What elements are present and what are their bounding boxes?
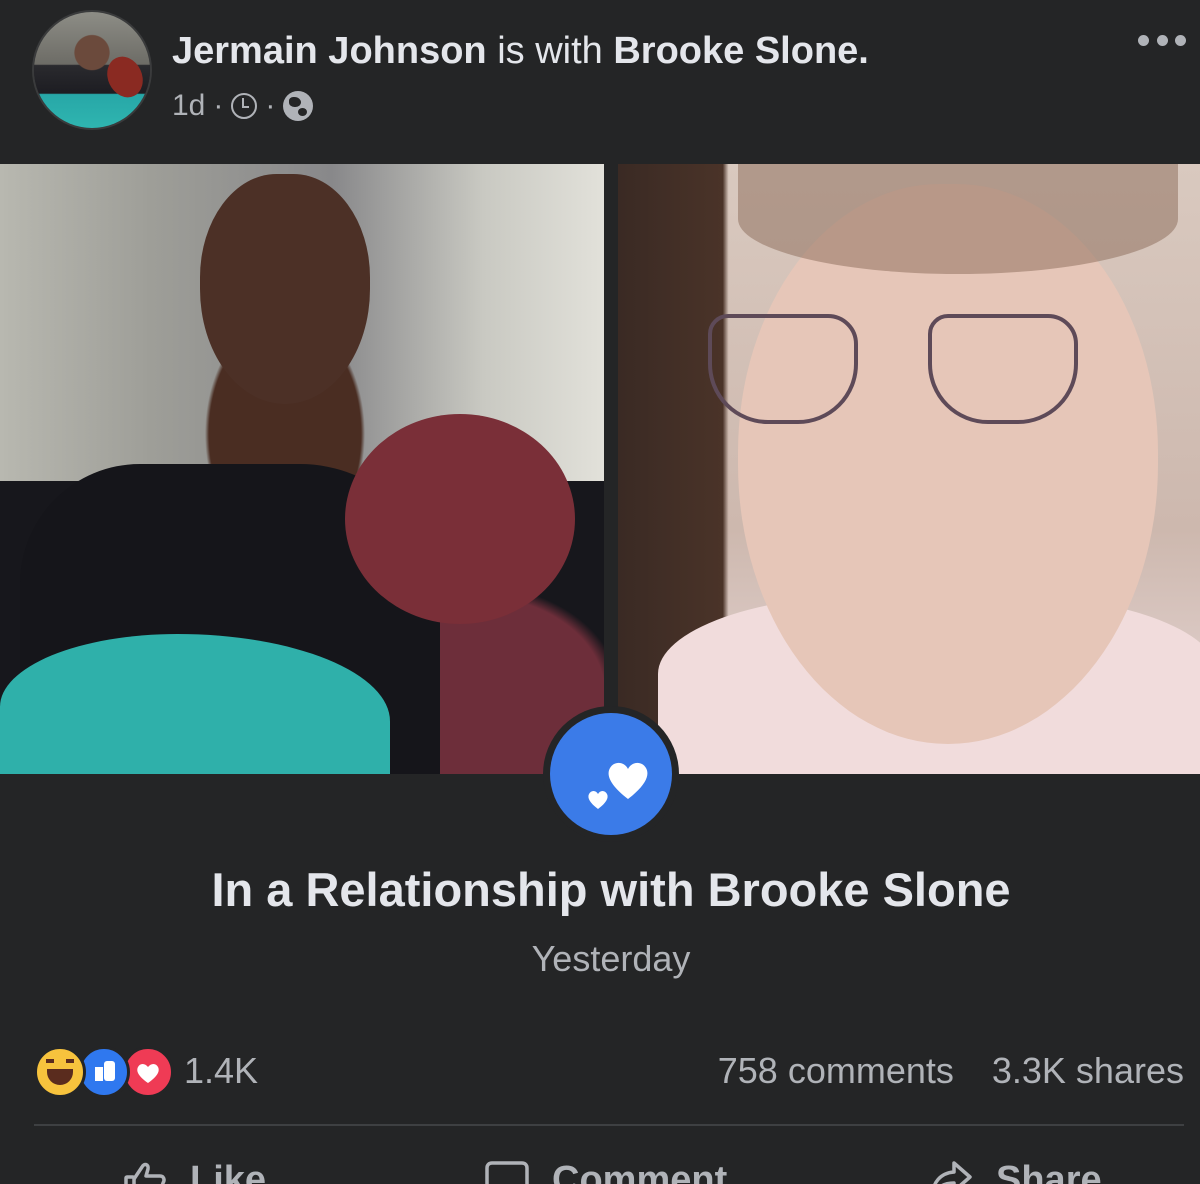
hearts-icon	[550, 713, 672, 835]
more-dot	[1138, 34, 1149, 46]
post-photo-right[interactable]	[618, 164, 1200, 774]
comment-label: Comment	[552, 1159, 728, 1184]
life-event-title[interactable]: In a Relationship with Brooke Slone	[0, 860, 1200, 920]
post-photo-left[interactable]	[0, 164, 604, 774]
clock-icon	[231, 93, 258, 119]
more-options-icon[interactable]	[1138, 28, 1186, 52]
post-meta: 1d · ·	[172, 86, 314, 126]
facebook-post: Jermain Johnson is with Brooke Slone. 1d…	[0, 0, 1200, 1184]
engagement-counts: 758 comments 3.3K shares	[718, 1048, 1184, 1094]
avatar-photo-detail	[100, 50, 150, 104]
meta-separator: ·	[213, 89, 224, 122]
action-bar: Like Comment Share	[0, 1150, 1200, 1184]
comment-button[interactable]: Comment	[484, 1150, 727, 1184]
relationship-badge	[543, 706, 679, 842]
photo-shape	[345, 414, 575, 624]
comments-count[interactable]: 758 comments	[718, 1050, 954, 1091]
share-label: Share	[996, 1159, 1102, 1184]
photo-shape	[738, 164, 1178, 274]
divider	[34, 1124, 1184, 1126]
reaction-icons[interactable]	[34, 1046, 174, 1098]
haha-icon	[34, 1046, 86, 1098]
with-text: is with	[497, 30, 603, 72]
reactions-summary: 1.4K 758 comments 3.3K shares	[34, 1040, 1184, 1100]
shares-count[interactable]: 3.3K shares	[992, 1050, 1184, 1091]
glasses-shape	[928, 314, 1078, 424]
life-event-date: Yesterday	[531, 938, 691, 979]
photo-shape	[200, 174, 370, 404]
share-button[interactable]: Share	[928, 1150, 1102, 1184]
post-author-line: Jermain Johnson is with Brooke Slone.	[172, 28, 869, 74]
comment-icon	[484, 1157, 530, 1184]
author-name-link[interactable]: Jermain Johnson	[172, 30, 487, 72]
more-dot	[1156, 34, 1168, 46]
globe-icon[interactable]	[283, 91, 314, 121]
share-icon	[928, 1157, 974, 1184]
more-dot	[1175, 34, 1186, 46]
tagged-person-link[interactable]: Brooke Slone.	[613, 30, 869, 72]
thumbs-up-icon	[122, 1157, 168, 1184]
glasses-shape	[708, 314, 858, 424]
reaction-count[interactable]: 1.4K	[184, 1048, 258, 1094]
author-avatar[interactable]	[34, 12, 150, 128]
post-timestamp[interactable]: 1d	[172, 86, 205, 126]
like-button[interactable]: Like	[122, 1150, 266, 1184]
post-header: Jermain Johnson is with Brooke Slone. 1d…	[0, 0, 1200, 160]
meta-separator: ·	[265, 89, 276, 122]
like-label: Like	[190, 1159, 267, 1184]
